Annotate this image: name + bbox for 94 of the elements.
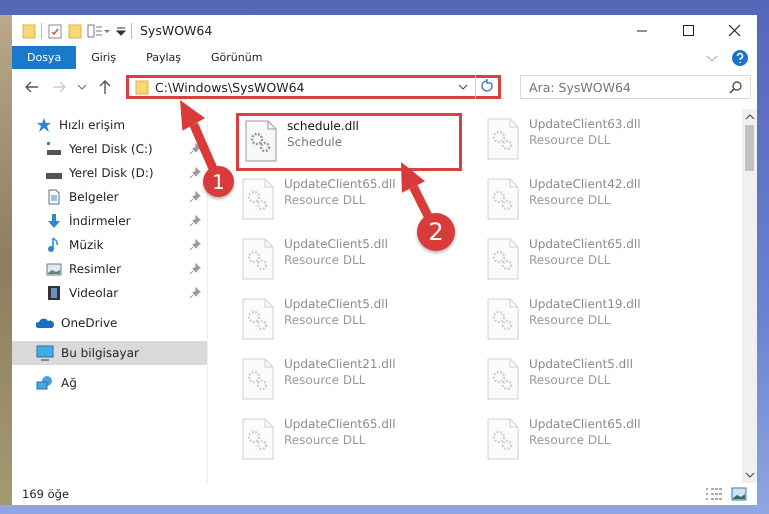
scroll-down-icon[interactable]	[744, 471, 754, 479]
file-type: Resource DLL	[529, 433, 612, 447]
sidebar-label: Videolar	[69, 286, 118, 300]
settings-file-icon	[485, 417, 521, 461]
settings-file-icon	[240, 177, 276, 221]
properties-icon[interactable]	[47, 22, 63, 38]
drive-icon	[46, 173, 62, 179]
file-name: UpdateClient65.dll	[284, 417, 396, 431]
file-name: UpdateClient65.dll	[529, 237, 641, 251]
sidebar-label: Bu bilgisayar	[61, 346, 139, 360]
large-icons-view-icon[interactable]	[731, 487, 747, 501]
scroll-up-icon[interactable]	[744, 113, 754, 121]
network-icon	[36, 375, 54, 391]
address-bar[interactable]: C:\Windows\SysWOW64	[126, 75, 501, 99]
sidebar-label: Yerel Disk (C:)	[69, 142, 153, 156]
file-name: UpdateClient5.dll	[529, 357, 633, 371]
file-type: Resource DLL	[284, 313, 366, 327]
star-icon	[36, 117, 52, 133]
file-name: UpdateClient21.dll	[284, 357, 396, 371]
sidebar-item[interactable]: Müzik	[12, 233, 207, 257]
file-type: Resource DLL	[529, 133, 612, 147]
file-name: schedule.dll	[287, 119, 359, 133]
pin-icon[interactable]	[189, 167, 201, 179]
ribbon-tab[interactable]: Giriş	[76, 46, 132, 69]
settings-file-icon	[485, 177, 521, 221]
file-name: UpdateClient5.dll	[284, 237, 388, 251]
customize-icon[interactable]	[87, 22, 111, 38]
sidebar-label: Yerel Disk (D:)	[69, 166, 154, 180]
sidebar-label: OneDrive	[61, 316, 118, 330]
pin-icon[interactable]	[189, 215, 201, 227]
document-icon	[46, 189, 62, 205]
file-type: Resource DLL	[284, 433, 366, 447]
sidebar-label: Hızlı erişim	[59, 118, 126, 132]
settings-file-icon	[485, 237, 521, 281]
sidebar-label: Ağ	[61, 376, 77, 390]
settings-file-icon	[243, 119, 279, 163]
details-view-icon[interactable]	[705, 487, 723, 501]
settings-file-icon	[240, 417, 276, 461]
computer-icon	[36, 345, 54, 361]
pin-icon[interactable]	[189, 191, 201, 203]
sidebar-item[interactable]: Videolar	[12, 281, 207, 305]
settings-file-icon	[240, 297, 276, 341]
file-type: Resource DLL	[529, 373, 612, 387]
file-name: UpdateClient63.dll	[529, 117, 641, 131]
sidebar-item[interactable]: OneDrive	[12, 311, 207, 335]
download-arrow-icon	[46, 213, 62, 229]
ribbon-tab[interactable]: Dosya	[12, 46, 76, 69]
search-field[interactable]: Ara: SysWOW64	[520, 75, 751, 99]
settings-file-icon	[240, 357, 276, 401]
scrollbar[interactable]	[742, 109, 757, 483]
sidebar-item[interactable]: Resimler	[12, 257, 207, 281]
pin-icon[interactable]	[189, 239, 201, 251]
sidebar-item[interactable]: Ağ	[12, 371, 207, 395]
settings-file-icon	[240, 237, 276, 281]
pin-icon[interactable]	[189, 263, 201, 275]
file-type: Resource DLL	[529, 193, 612, 207]
sidebar-item[interactable]: Bu bilgisayar	[12, 341, 207, 365]
settings-file-icon	[485, 357, 521, 401]
sidebar-item[interactable]: Yerel Disk (C:)	[12, 137, 207, 161]
drive-icon	[46, 142, 62, 156]
ribbon-tab[interactable]: Görünüm	[196, 46, 278, 69]
file-name: UpdateClient19.dll	[529, 297, 641, 311]
file-type: Resource DLL	[529, 253, 612, 267]
settings-file-icon	[485, 117, 521, 161]
ribbon-tab[interactable]: Paylaş	[131, 46, 196, 69]
sidebar-label: Resimler	[69, 262, 122, 276]
scroll-thumb[interactable]	[745, 125, 754, 171]
sidebar-item[interactable]: Hızlı erişim	[12, 113, 207, 137]
sidebar-item[interactable]: İndirmeler	[12, 209, 207, 233]
file-type: Resource DLL	[529, 313, 612, 327]
window-title: SysWOW64	[140, 23, 212, 38]
item-count: 169 öğe	[22, 487, 70, 501]
sidebar-label: Müzik	[69, 238, 104, 252]
file-name: UpdateClient65.dll	[284, 177, 396, 191]
folder-icon	[135, 79, 149, 95]
folder-icon	[22, 22, 36, 38]
file-name: UpdateClient42.dll	[529, 177, 641, 191]
sidebar-label: İndirmeler	[69, 214, 131, 228]
settings-file-icon	[485, 297, 521, 341]
pin-icon[interactable]	[189, 143, 201, 155]
picture-icon	[46, 261, 62, 277]
file-type: Resource DLL	[284, 253, 366, 267]
file-name: UpdateClient5.dll	[284, 297, 388, 311]
file-type: Resource DLL	[284, 373, 366, 387]
pin-icon[interactable]	[189, 287, 201, 299]
address-path: C:\Windows\SysWOW64	[155, 80, 306, 94]
help-icon[interactable]	[731, 48, 749, 66]
file-item[interactable]: schedule.dll Schedule	[236, 113, 462, 171]
file-type: Schedule	[287, 135, 344, 149]
film-icon	[46, 285, 62, 301]
file-name: UpdateClient65.dll	[529, 417, 641, 431]
sidebar-label: Belgeler	[69, 190, 119, 204]
file-type: Resource DLL	[284, 193, 366, 207]
search-icon	[729, 80, 743, 94]
